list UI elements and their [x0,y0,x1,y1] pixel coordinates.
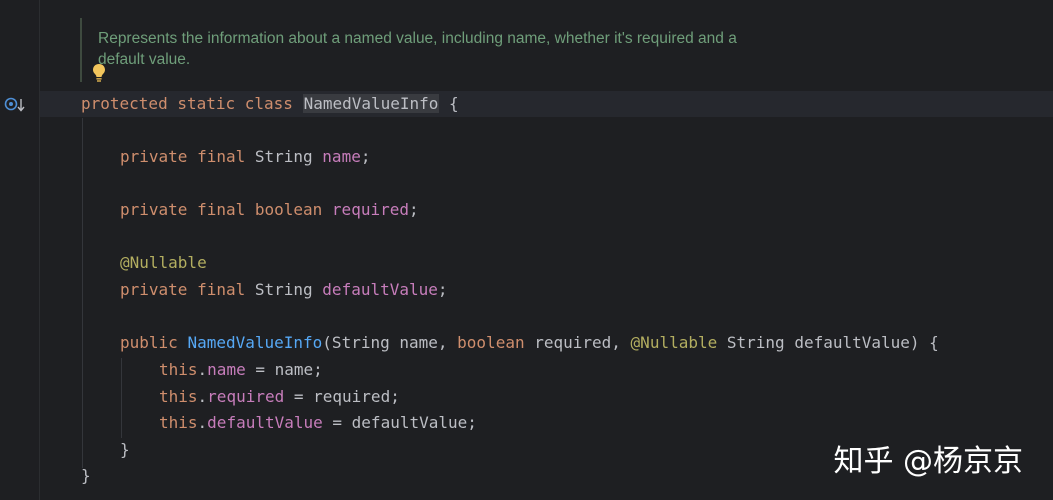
code-line-field-defaultvalue: private final String defaultValue; [120,277,448,303]
params: required, [534,333,631,352]
code-line-field-name: private final String name; [120,144,370,170]
class-name[interactable]: NamedValueInfo [302,94,440,113]
editor-gutter [0,0,40,500]
semicolon: ; [437,280,448,299]
field-name: name [207,360,246,379]
code-line-close-class: } [81,463,91,489]
closing-brace: } [120,440,130,459]
annotation: @Nullable [120,253,207,272]
keyword: boolean [457,333,535,352]
keywords: private final [120,147,255,166]
constructor-name: NamedValueInfo [187,333,323,352]
indent-guide [82,118,83,468]
dot: . [197,413,208,432]
lightbulb-icon[interactable] [92,63,106,83]
doc-comment-line-1: Represents the information about a named… [98,30,737,47]
annotation: @Nullable [630,333,718,352]
this-keyword: this [159,413,198,432]
code-line-class-decl: protected static class NamedValueInfo { [81,91,459,117]
brace: { [439,94,459,113]
watermark: 知乎 @杨京京 [833,444,1023,479]
this-keyword: this [159,360,198,379]
params: String defaultValue) { [717,333,939,352]
closing-brace: } [81,466,91,485]
code-line-annotation: @Nullable [120,250,207,276]
type-name: String [254,147,323,166]
field-name: required [331,200,409,219]
semicolon: ; [408,200,419,219]
keyword: public [120,333,188,352]
code-editor[interactable]: Represents the information about a named… [40,0,1053,500]
field-name: defaultValue [207,413,323,432]
code-line-constructor: public NamedValueInfo(String name, boole… [120,330,939,356]
keywords: protected static class [81,94,303,113]
code-line-assign-required: this.required = required; [159,384,400,410]
keywords: private final boolean [120,200,332,219]
indent-guide [121,358,122,438]
implementations-icon[interactable] [3,96,27,114]
params: (String name, [322,333,458,352]
field-name: defaultValue [322,280,438,299]
rendered-doc-comment: Represents the information about a named… [80,18,840,82]
this-keyword: this [159,387,198,406]
semicolon: ; [360,147,371,166]
code-line-close-constructor: } [120,437,130,463]
assignment: = required; [284,387,400,406]
keywords: private final [120,280,255,299]
field-name: name [322,147,361,166]
dot: . [197,387,208,406]
field-name: required [207,387,285,406]
assignment: = name; [245,360,323,379]
code-line-assign-name: this.name = name; [159,357,323,383]
doc-comment-line-2: default value. [98,51,191,68]
code-line-field-required: private final boolean required; [120,197,419,223]
dot: . [197,360,208,379]
type-name: String [254,280,323,299]
assignment: = defaultValue; [322,413,477,432]
code-line-assign-defaultvalue: this.defaultValue = defaultValue; [159,410,477,436]
